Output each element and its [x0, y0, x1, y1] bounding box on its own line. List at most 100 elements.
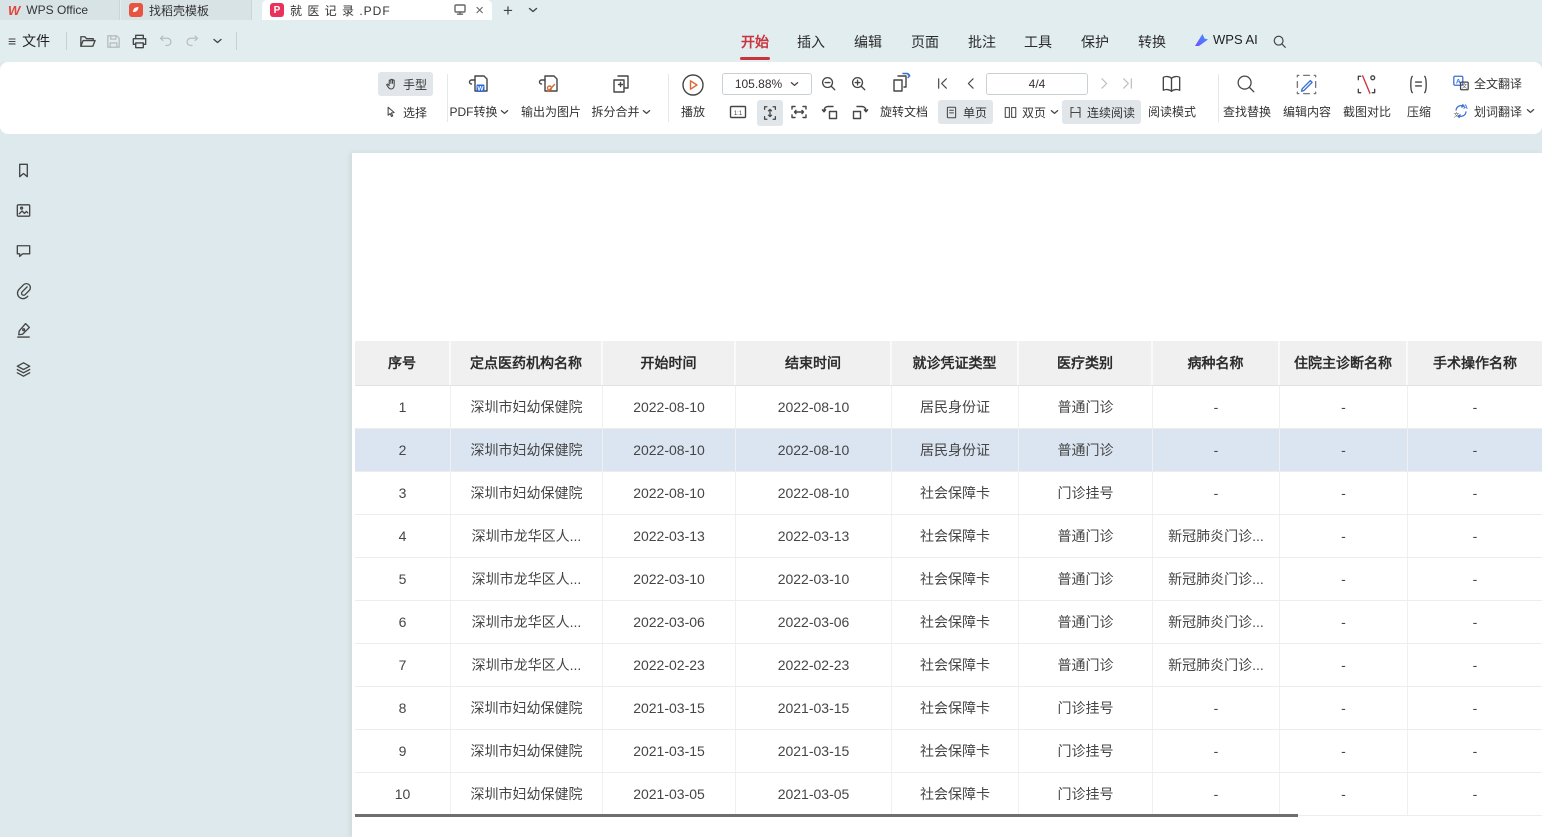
table-cell: 2022-03-10 — [736, 558, 892, 600]
menu-tab-tools[interactable]: 工具 — [1021, 32, 1055, 52]
svg-text:A: A — [1463, 104, 1468, 111]
chevron-down-icon — [500, 106, 509, 118]
table-cell: 社会保障卡 — [892, 687, 1019, 729]
horizontal-scrollbar[interactable] — [355, 814, 1298, 817]
export-image-icon — [536, 72, 562, 98]
table-cell: 2022-08-10 — [603, 472, 736, 514]
table-cell: 深圳市龙华区人... — [451, 558, 603, 600]
table-cell: 普通门诊 — [1019, 386, 1153, 428]
wps-ai-button[interactable]: WPS AI — [1194, 32, 1258, 47]
cursor-icon — [384, 105, 399, 120]
tab-list-chevron[interactable] — [528, 0, 538, 20]
table-cell: 2022-08-10 — [603, 429, 736, 471]
table-cell: 深圳市龙华区人... — [451, 601, 603, 643]
prev-page-icon[interactable] — [962, 75, 979, 92]
table-cell: 社会保障卡 — [892, 515, 1019, 557]
single-page-button[interactable]: 单页 — [938, 100, 993, 124]
menu-tab-insert[interactable]: 插入 — [794, 32, 828, 52]
word-translate-button[interactable]: A 文 划词翻译 — [1446, 99, 1541, 123]
pdf-convert-icon: W — [466, 72, 492, 98]
print-icon[interactable] — [128, 30, 150, 52]
menu-tab-annotate[interactable]: 批注 — [965, 32, 999, 52]
select-tool-button[interactable]: 选择 — [378, 100, 433, 124]
double-page-label: 双页 — [1022, 104, 1046, 121]
page-number-input[interactable]: 4/4 — [986, 73, 1088, 95]
fit-width-icon[interactable] — [789, 102, 809, 122]
fit-height-icon[interactable] — [757, 100, 783, 126]
table-cell: - — [1280, 601, 1408, 643]
table-cell: 社会保障卡 — [892, 644, 1019, 686]
word-translate-icon: A 文 — [1452, 102, 1470, 120]
comment-panel-icon[interactable] — [11, 238, 35, 262]
table-cell: - — [1408, 386, 1542, 428]
table-cell: 2022-02-23 — [736, 644, 892, 686]
file-menu-label: 文件 — [22, 31, 50, 51]
table-cell: 新冠肺炎门诊... — [1153, 558, 1280, 600]
table-cell: 3 — [355, 472, 451, 514]
table-cell: 新冠肺炎门诊... — [1153, 515, 1280, 557]
table-cell: 普通门诊 — [1019, 644, 1153, 686]
menu-tab-convert[interactable]: 转换 — [1135, 32, 1169, 52]
thumbnail-panel-icon[interactable] — [11, 198, 35, 222]
attachment-panel-icon[interactable] — [11, 278, 35, 302]
double-page-button[interactable]: 双页 — [997, 100, 1065, 124]
first-page-icon[interactable] — [934, 75, 951, 92]
open-file-icon[interactable] — [76, 30, 98, 52]
new-tab-button[interactable]: + — [503, 0, 513, 20]
table-cell: 深圳市妇幼保健院 — [451, 773, 603, 815]
screenshot-compare-icon — [1354, 72, 1379, 97]
save-icon[interactable] — [102, 30, 124, 52]
bookmark-panel-icon[interactable] — [11, 158, 35, 182]
redo-icon[interactable] — [181, 30, 203, 52]
tab-docer-templates[interactable]: 找稻壳模板 — [121, 0, 252, 20]
tab-document-active[interactable]: P 就 医 记 录 .PDF × — [262, 0, 492, 20]
zoom-out-icon[interactable] — [819, 74, 838, 93]
zoom-level-select[interactable]: 105.88% — [722, 73, 812, 95]
full-translate-button[interactable]: A 文 全文翻译 — [1446, 71, 1528, 95]
table-cell: 8 — [355, 687, 451, 729]
undo-icon[interactable] — [155, 30, 177, 52]
hand-tool-button[interactable]: 手型 — [378, 72, 433, 96]
table-cell: 2022-08-10 — [603, 386, 736, 428]
hand-icon — [384, 77, 399, 92]
zoom-in-icon[interactable] — [849, 74, 868, 93]
full-translate-label: 全文翻译 — [1474, 75, 1522, 92]
menu-tab-protect[interactable]: 保护 — [1078, 32, 1112, 52]
signature-panel-icon[interactable] — [11, 317, 35, 341]
file-menu-button[interactable]: ≡ 文件 — [8, 31, 50, 51]
rotate-right-icon[interactable] — [850, 102, 870, 122]
table-cell: - — [1408, 472, 1542, 514]
table-row: 7深圳市龙华区人...2022-02-232022-02-23社会保障卡普通门诊… — [355, 644, 1542, 687]
last-page-icon[interactable] — [1119, 75, 1136, 92]
table-cell: 2022-03-13 — [603, 515, 736, 557]
next-page-icon[interactable] — [1096, 75, 1113, 92]
menu-tab-edit[interactable]: 编辑 — [851, 32, 885, 52]
rotate-left-icon[interactable] — [820, 102, 840, 122]
column-header: 结束时间 — [736, 341, 892, 385]
table-cell: 门诊挂号 — [1019, 687, 1153, 729]
table-cell: - — [1280, 687, 1408, 729]
enter-full-window-icon[interactable] — [453, 2, 467, 19]
table-cell: 2022-03-06 — [603, 601, 736, 643]
table-cell: - — [1408, 773, 1542, 815]
layers-panel-icon[interactable] — [11, 357, 35, 381]
word-translate-label: 划词翻译 — [1474, 103, 1522, 120]
continuous-read-label: 连续阅读 — [1087, 104, 1135, 121]
more-quick-actions-chevron[interactable] — [206, 30, 228, 52]
search-icon[interactable] — [1268, 30, 1290, 52]
table-row: 9深圳市妇幼保健院2021-03-152021-03-15社会保障卡门诊挂号--… — [355, 730, 1542, 773]
menu-row: ≡ 文件 开始 插入 编辑 页面 批注 工具 保护 转换 — [0, 20, 1542, 62]
table-cell: 深圳市妇幼保健院 — [451, 472, 603, 514]
actual-size-1to1-icon[interactable]: 1:1 — [728, 102, 748, 122]
table-cell: 7 — [355, 644, 451, 686]
close-tab-icon[interactable]: × — [475, 3, 484, 18]
table-cell: 社会保障卡 — [892, 558, 1019, 600]
table-cell: 社会保障卡 — [892, 730, 1019, 772]
menu-tab-home[interactable]: 开始 — [738, 32, 772, 52]
continuous-read-button[interactable]: 连续阅读 — [1062, 100, 1141, 124]
tab-wps-home[interactable]: W WPS Office — [0, 0, 120, 20]
page-indicator-value: 4/4 — [1029, 77, 1046, 91]
wps-pdf-window: W WPS Office 找稻壳模板 P 就 医 记 录 .PDF × + — [0, 0, 1542, 837]
divider — [66, 32, 67, 50]
menu-tab-page[interactable]: 页面 — [908, 32, 942, 52]
